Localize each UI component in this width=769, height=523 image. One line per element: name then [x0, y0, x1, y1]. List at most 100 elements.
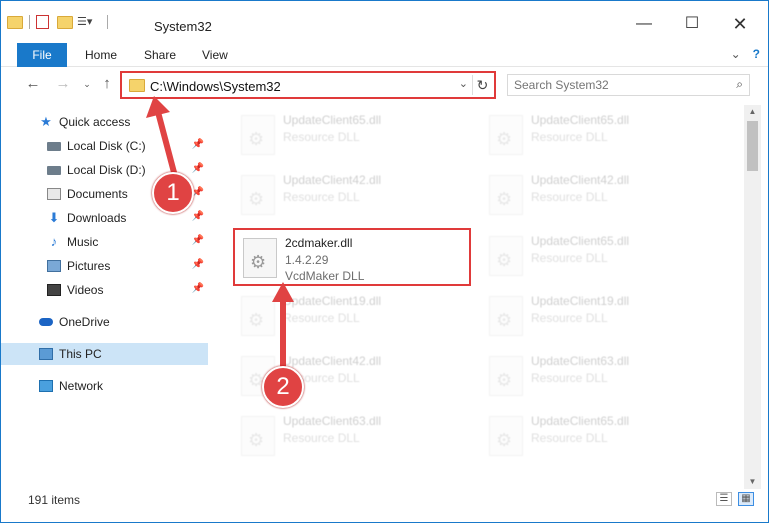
list-item[interactable]: ⚙ UpdateClient65.dll Resource DLL: [481, 408, 711, 466]
chevron-down-icon[interactable]: ⌄: [459, 77, 468, 90]
file-name: UpdateClient65.dll: [531, 414, 630, 428]
divider: [29, 15, 30, 29]
pin-icon[interactable]: 📌: [192, 283, 204, 294]
file-list: ⚙ UpdateClient65.dll Resource DLL ⚙ Upda…: [213, 105, 743, 485]
scrollbar-thumb[interactable]: [747, 121, 758, 171]
properties-icon[interactable]: [36, 15, 49, 29]
tab-home[interactable]: Home: [85, 43, 117, 67]
file-description: Resource DLL: [283, 190, 360, 204]
sidebar-item-label: Local Disk (D:): [67, 163, 146, 177]
pin-icon[interactable]: 📌: [192, 259, 204, 270]
back-button[interactable]: ←: [23, 74, 43, 94]
file-name: UpdateClient42.dll: [283, 354, 382, 368]
help-icon[interactable]: ?: [753, 47, 760, 61]
cloud-icon: [39, 318, 53, 326]
search-input[interactable]: [514, 77, 724, 93]
scroll-up-icon[interactable]: ▲: [744, 105, 761, 119]
documents-icon: [47, 188, 61, 200]
expand-ribbon-icon[interactable]: ⌄: [731, 47, 741, 61]
recent-locations-chevron-icon[interactable]: ⌄: [77, 74, 97, 94]
pin-icon[interactable]: 📌: [192, 139, 204, 150]
search-box[interactable]: ⌕: [507, 74, 750, 96]
sidebar-item-music[interactable]: ♪ Music 📌: [1, 231, 208, 253]
sidebar-item-network[interactable]: Network: [1, 375, 208, 397]
file-name: UpdateClient19.dll: [283, 294, 382, 308]
address-bar[interactable]: C:\Windows\System32 ⌄ ↻: [120, 71, 496, 99]
sidebar-item-quick-access[interactable]: ★ Quick access: [1, 111, 208, 133]
tab-share[interactable]: Share: [144, 43, 176, 67]
sidebar-item-label: Downloads: [67, 211, 127, 225]
sidebar-item-local-disk-c[interactable]: Local Disk (C:) 📌: [1, 135, 208, 157]
window-title: System32: [154, 19, 212, 34]
pin-icon[interactable]: 📌: [192, 211, 204, 222]
tab-view[interactable]: View: [202, 43, 228, 67]
step-1-badge: 1: [152, 172, 194, 214]
file-description: Resource DLL: [531, 130, 608, 144]
forward-button[interactable]: →: [53, 74, 73, 94]
file-version: 1.4.2.29: [285, 253, 329, 267]
minimize-button[interactable]: —: [621, 9, 667, 39]
dll-file-icon: ⚙: [241, 416, 275, 456]
file-description: Resource DLL: [283, 311, 360, 325]
divider: [107, 15, 108, 29]
explorer-window: ☰▾ System32 — ☐ ✕ File Home Share View ⌄…: [0, 0, 769, 523]
tiles-view-icon[interactable]: ▦: [738, 492, 754, 506]
dll-file-icon: ⚙: [241, 175, 275, 215]
pin-icon[interactable]: 📌: [192, 163, 204, 174]
list-item[interactable]: ⚙ UpdateClient63.dll Resource DLL: [481, 348, 711, 406]
dll-file-icon: ⚙: [489, 175, 523, 215]
tab-file[interactable]: File: [17, 43, 67, 67]
sidebar-item-videos[interactable]: Videos 📌: [1, 279, 208, 301]
list-item[interactable]: ⚙ UpdateClient19.dll Resource DLL: [481, 288, 711, 346]
vertical-scrollbar[interactable]: ▲ ▼: [744, 105, 761, 489]
sidebar-item-label: Pictures: [67, 259, 111, 273]
file-name: 2cdmaker.dll: [285, 236, 353, 250]
list-item[interactable]: ⚙ UpdateClient63.dll Resource DLL: [233, 408, 463, 466]
network-icon: [39, 380, 53, 392]
dll-file-icon: ⚙: [489, 236, 523, 276]
list-item[interactable]: ⚙ UpdateClient65.dll Resource DLL: [481, 228, 711, 286]
quick-access-toolbar: ☰▾: [7, 15, 110, 29]
address-path[interactable]: C:\Windows\System32: [150, 79, 281, 94]
file-name: UpdateClient65.dll: [283, 113, 382, 127]
list-item[interactable]: ⚙ UpdateClient42.dll Resource DLL: [481, 167, 711, 225]
list-item[interactable]: ⚙ UpdateClient42.dll Resource DLL: [233, 167, 463, 225]
ribbon-tabs: File Home Share View ⌄ ?: [1, 41, 768, 67]
sidebar-item-label: Local Disk (C:): [67, 139, 146, 153]
drive-icon: [47, 165, 61, 175]
file-name: UpdateClient42.dll: [283, 173, 382, 187]
drive-icon: [47, 141, 61, 151]
list-item[interactable]: ⚙ UpdateClient65.dll Resource DLL: [481, 107, 711, 165]
close-button[interactable]: ✕: [717, 9, 763, 39]
status-bar: 191 items ☰ ▦: [1, 489, 768, 511]
sidebar-item-label: OneDrive: [59, 315, 110, 329]
ribbon-controls: ⌄ ?: [731, 47, 760, 61]
dll-file-icon: ⚙: [489, 416, 523, 456]
folder-icon: [7, 15, 23, 29]
sidebar-item-this-pc[interactable]: This PC: [1, 343, 208, 365]
dll-file-icon: ⚙: [489, 356, 523, 396]
dll-file-icon: ⚙: [489, 115, 523, 155]
selected-file-2cdmaker[interactable]: ⚙ 2cdmaker.dll 1.4.2.29 VcdMaker DLL: [233, 228, 471, 286]
new-folder-icon[interactable]: [57, 15, 73, 29]
scroll-down-icon[interactable]: ▼: [744, 475, 761, 489]
computer-icon: [39, 348, 53, 360]
sidebar-item-label: Quick access: [59, 115, 131, 129]
pin-icon[interactable]: 📌: [192, 235, 204, 246]
customize-qat-icon[interactable]: ☰▾: [77, 15, 95, 29]
file-name: UpdateClient19.dll: [531, 294, 630, 308]
list-item[interactable]: ⚙ UpdateClient65.dll Resource DLL: [233, 107, 463, 165]
item-count: 191 items: [28, 493, 81, 507]
sidebar-item-onedrive[interactable]: OneDrive: [1, 311, 208, 333]
pictures-icon: [47, 260, 61, 272]
list-item[interactable]: ⚙ UpdateClient19.dll Resource DLL: [233, 288, 463, 346]
refresh-icon[interactable]: ↻: [472, 75, 492, 95]
sidebar-item-label: Network: [59, 379, 104, 393]
maximize-button[interactable]: ☐: [669, 9, 715, 39]
sidebar-item-pictures[interactable]: Pictures 📌: [1, 255, 208, 277]
sidebar-item-label: This PC: [59, 347, 102, 361]
details-view-icon[interactable]: ☰: [716, 492, 732, 506]
search-icon[interactable]: ⌕: [736, 77, 743, 92]
up-button[interactable]: ↑: [97, 74, 117, 94]
file-description: Resource DLL: [531, 371, 608, 385]
